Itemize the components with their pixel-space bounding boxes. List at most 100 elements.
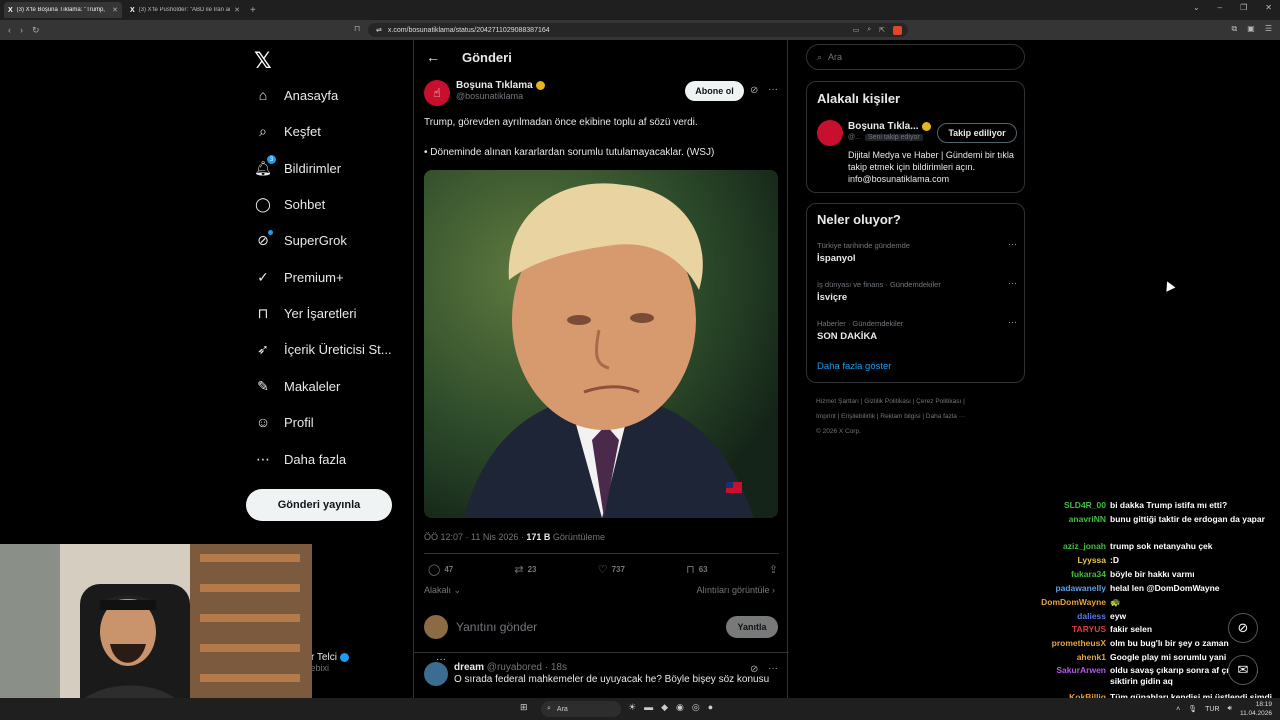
reply-item[interactable]: dream @ruyabored · 18s O sırada federal … xyxy=(424,662,769,686)
address-bar[interactable]: ⇌ x.com/bosunatiklama/status/20427110290… xyxy=(368,23,908,37)
restore-button[interactable]: ❐ xyxy=(1240,3,1247,12)
nav-label: Sohbet xyxy=(284,196,326,212)
search-input[interactable]: ⌕ Ara xyxy=(806,44,1025,70)
nav-item-bookmarks[interactable]: ⊓ Yer İşaretleri xyxy=(254,302,357,324)
brave-shield-icon[interactable] xyxy=(893,25,902,35)
minimize-button[interactable]: – xyxy=(1218,3,1222,12)
menu-icon[interactable]: ☰ xyxy=(1265,24,1272,34)
more-icon[interactable]: ··· xyxy=(1008,317,1017,327)
obs-icon[interactable]: ● xyxy=(708,702,713,713)
folder-icon[interactable]: ▬ xyxy=(644,702,653,713)
taskbar-search[interactable]: ⌕ Ara xyxy=(541,701,621,717)
reload-icon[interactable]: ↻ xyxy=(32,25,40,36)
reply-button[interactable]: Yanıtla xyxy=(726,616,778,638)
nav-item-home[interactable]: ⌂ Anasayfa xyxy=(254,84,338,106)
nav-item-articles[interactable]: ✎ Makaleler xyxy=(254,375,340,397)
reply-action[interactable]: ◯ 47 xyxy=(428,563,453,576)
messages-float-button[interactable]: ✉ xyxy=(1228,655,1258,685)
author-name[interactable]: Boşuna Tıklama xyxy=(456,80,533,91)
subscribe-button[interactable]: Abone ol xyxy=(685,81,744,101)
windows-start-icon[interactable]: ⊞ xyxy=(520,702,528,713)
more-icon[interactable]: ··· xyxy=(1008,239,1017,249)
avatar[interactable]: ☝ xyxy=(424,80,450,106)
extensions-icon[interactable]: ⧉ xyxy=(1232,24,1238,34)
avatar xyxy=(424,615,448,639)
volume-icon[interactable]: 🔊︎ xyxy=(1228,705,1232,713)
bookmark-page-icon[interactable]: ⊓ xyxy=(354,24,360,33)
post-time[interactable]: ÖÖ 12:07 · 11 Nis 2026 · xyxy=(424,532,526,542)
browser-tab-1[interactable]: X (3) X'te Boşuna Tıklama: "Trump, ✕ xyxy=(4,2,122,18)
following-button[interactable]: Takip ediliyor xyxy=(937,123,1017,143)
trend-item[interactable]: Haberler · Gündemdekiler SON DAKİKA ··· xyxy=(817,317,1017,342)
webcam-overlay xyxy=(0,544,312,720)
post-button[interactable]: Gönderi yayınla xyxy=(246,489,392,521)
nav-item-notifications[interactable]: 🔔︎ 3 Bildirimler xyxy=(254,155,341,179)
nav-item-explore[interactable]: ⌕ Keşfet xyxy=(254,120,321,142)
close-icon[interactable]: ✕ xyxy=(112,6,118,14)
account-switcher[interactable]: lır Telci kebixi ··· xyxy=(306,652,446,673)
nav-item-more[interactable]: ⋯ Daha fazla xyxy=(254,448,346,470)
nav-item-chat[interactable]: ◯ Sohbet xyxy=(254,193,325,215)
show-more-link[interactable]: Daha fazla göster xyxy=(817,361,891,372)
clock[interactable]: 18:19 11.04.2026 xyxy=(1240,700,1272,718)
back-arrow-icon[interactable]: ← xyxy=(426,49,440,65)
nav-item-supergrok[interactable]: ⊘ SuperGrok xyxy=(254,229,347,251)
language-indicator[interactable]: TUR xyxy=(1205,706,1219,713)
like-action[interactable]: ♡ 737 xyxy=(598,563,625,576)
steam-icon[interactable]: ◎ xyxy=(692,702,700,713)
share-action[interactable]: ⇪ xyxy=(769,563,778,576)
grok-float-button[interactable]: ⊘ xyxy=(1228,613,1258,643)
close-icon[interactable]: ✕ xyxy=(234,6,240,14)
close-window-button[interactable]: ✕ xyxy=(1265,3,1272,12)
pinned-apps: ☀ ▬ ◆ ◉ ◎ ● xyxy=(628,702,713,713)
share-icon[interactable]: ⇱ xyxy=(879,26,885,35)
nav-item-premium[interactable]: ✓ Premium+ xyxy=(254,266,343,288)
more-icon[interactable]: ··· xyxy=(1008,278,1017,288)
chevron-up-icon[interactable]: ˄ xyxy=(1176,706,1180,713)
brave-icon[interactable]: ◆ xyxy=(661,702,668,713)
footer-line[interactable]: Imprint | Erişilebilirlik | Reklam bilgi… xyxy=(816,409,1026,424)
trend-item[interactable]: İş dünyası ve finans · Gündemdekiler İsv… xyxy=(817,278,1017,303)
grok-icon[interactable]: ⊘ xyxy=(750,664,758,675)
author-handle[interactable]: @bosunatiklama xyxy=(456,91,545,101)
nav-item-profile[interactable]: ☺ Profil xyxy=(254,411,314,433)
who-name[interactable]: Boşuna Tıkla... xyxy=(848,121,919,132)
mic-icon[interactable]: 🎙︎ xyxy=(1188,705,1197,713)
widgets-icon[interactable]: ☀ xyxy=(628,702,636,713)
post-author[interactable]: ☝ Boşuna Tıklama @bosunatiklama xyxy=(424,80,545,106)
forward-arrow-icon[interactable]: › xyxy=(20,25,23,36)
nav-label: Makaleler xyxy=(284,378,341,394)
nav-item-creator-studio[interactable]: ➶ İçerik Üreticisi St... xyxy=(254,338,392,360)
sidebar-icon[interactable]: ▣ xyxy=(1247,24,1255,34)
view-quotes-link[interactable]: Alıntıları görüntüle › xyxy=(696,585,775,595)
zoom-icon[interactable]: ⌕ xyxy=(867,26,871,35)
back-arrow-icon[interactable]: ‹ xyxy=(8,25,11,36)
bookmark-action[interactable]: ⊓ 63 xyxy=(686,563,708,576)
browser-tab-2[interactable]: X (3) X'te Pusholder: "ABD ile İran aras… xyxy=(126,2,244,18)
avatar[interactable] xyxy=(817,120,843,146)
more-icon[interactable]: ··· xyxy=(768,84,778,95)
post-image[interactable] xyxy=(424,170,778,518)
tab-title: (3) X'te Pusholder: "ABD ile İran arası xyxy=(138,7,231,13)
chevron-down-icon[interactable]: ⌄ xyxy=(1193,3,1200,12)
discord-icon[interactable]: ◉ xyxy=(676,702,684,713)
reply-input[interactable]: Yanıtını gönder xyxy=(456,620,718,634)
post-header: ← Gönderi xyxy=(414,40,787,74)
chat-text: bunu gittiği taktir de erdogan da yapar xyxy=(1110,514,1265,524)
site-info-icon[interactable]: ⇌ xyxy=(376,26,382,34)
grok-icon[interactable]: ⊘ xyxy=(750,85,758,96)
nav-label: SuperGrok xyxy=(284,232,347,248)
avatar[interactable] xyxy=(424,662,448,686)
footer-line[interactable]: Hizmet Şartları | Gizlilik Politikası | … xyxy=(816,394,1026,409)
reply-author-name[interactable]: dream xyxy=(454,662,484,673)
sort-dropdown[interactable]: Alakalı ⌄ xyxy=(424,585,461,596)
chat-user: anavriNN xyxy=(1068,514,1106,524)
new-tab-button[interactable]: + xyxy=(250,5,256,16)
more-icon[interactable]: ··· xyxy=(768,663,778,674)
screen-icon[interactable]: ▭ xyxy=(853,26,860,35)
post-text-line-2: • Döneminde alınan kararlardan sorumlu t… xyxy=(424,147,715,158)
trend-item[interactable]: Türkiye tarihinde gündemde İspanyol ··· xyxy=(817,239,1017,264)
webcam-illustration xyxy=(0,544,312,720)
repost-action[interactable]: ⇄ 23 xyxy=(514,563,536,576)
x-logo-icon[interactable]: 𝕏 xyxy=(254,48,272,74)
